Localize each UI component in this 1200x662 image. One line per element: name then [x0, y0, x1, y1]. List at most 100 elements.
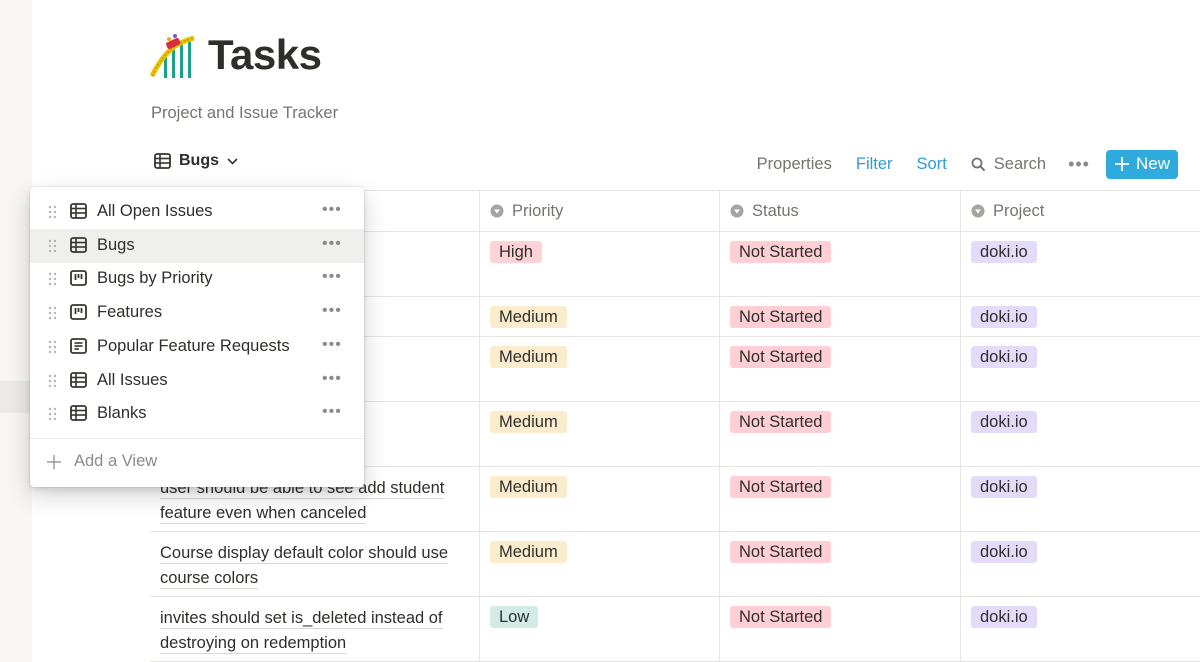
drag-handle-icon[interactable] — [48, 340, 57, 354]
cell-status[interactable]: Not Started — [720, 232, 961, 296]
search-label: Search — [993, 155, 1047, 173]
new-button-label: New — [1135, 154, 1170, 173]
project-tag: doki.io — [971, 241, 1037, 263]
view-more-button[interactable]: ••• — [322, 403, 342, 421]
drag-handle-icon[interactable] — [48, 272, 57, 286]
table-icon — [154, 153, 171, 169]
cell-status[interactable]: Not Started — [720, 297, 961, 336]
column-header-status[interactable]: Status — [720, 191, 961, 231]
select-icon — [971, 204, 985, 218]
drag-handle-icon[interactable] — [48, 374, 57, 388]
cell-project[interactable]: doki.io — [961, 597, 1200, 661]
sidebar-highlighted-item[interactable] — [0, 381, 32, 413]
plus-icon — [1114, 157, 1129, 171]
sort-button[interactable]: Sort — [917, 155, 947, 174]
view-more-button[interactable]: ••• — [322, 336, 342, 354]
priority-tag: Medium — [490, 306, 567, 328]
cell-priority[interactable]: Medium — [480, 532, 720, 596]
properties-button[interactable]: Properties — [757, 155, 832, 174]
table-icon — [70, 371, 87, 388]
drag-handle-icon[interactable] — [48, 239, 57, 253]
priority-tag: Medium — [490, 411, 567, 433]
table-icon — [70, 405, 87, 422]
column-label: Priority — [512, 201, 564, 220]
column-header-priority[interactable]: Priority — [480, 191, 720, 231]
sidebar — [0, 0, 32, 662]
view-menu-item[interactable]: Features ••• — [30, 296, 364, 330]
cell-name[interactable]: invites should set is_deleted instead of… — [150, 597, 480, 661]
view-menu-item-label: All Open Issues — [97, 202, 213, 220]
view-more-button[interactable]: ••• — [322, 302, 342, 320]
task-name[interactable]: Course display default color should use … — [160, 544, 449, 589]
view-more-button[interactable]: ••• — [322, 235, 342, 253]
status-tag: Not Started — [730, 541, 832, 563]
view-menu-item[interactable]: All Issues ••• — [30, 364, 364, 398]
board-icon — [70, 270, 87, 287]
page-title[interactable]: Tasks — [208, 31, 322, 79]
cell-status[interactable]: Not Started — [720, 467, 961, 531]
view-menu-item-label: Features — [97, 303, 163, 322]
search-button[interactable]: Search — [971, 155, 1046, 174]
cell-status[interactable]: Not Started — [720, 597, 961, 661]
task-name[interactable]: invites should set is_deleted instead of… — [160, 609, 443, 654]
cell-project[interactable]: doki.io — [961, 532, 1200, 596]
cell-priority[interactable]: High — [480, 232, 720, 296]
filter-button[interactable]: Filter — [856, 155, 893, 174]
cell-status[interactable]: Not Started — [720, 402, 961, 466]
more-options-button[interactable]: ••• — [1068, 154, 1090, 175]
add-view-button[interactable]: Add a View — [46, 452, 157, 471]
view-more-button[interactable]: ••• — [322, 370, 342, 388]
views-menu: All Open Issues ••• Bugs ••• Bugs by Priorit… — [30, 187, 364, 487]
cell-project[interactable]: doki.io — [961, 232, 1200, 296]
cell-status[interactable]: Not Started — [720, 532, 961, 596]
cell-project[interactable]: doki.io — [961, 297, 1200, 336]
column-label: Project — [993, 201, 1045, 220]
status-tag: Not Started — [730, 346, 832, 368]
project-tag: doki.io — [971, 476, 1037, 498]
project-tag: doki.io — [971, 606, 1037, 628]
column-label: Status — [752, 201, 799, 220]
table-icon — [70, 236, 87, 253]
view-more-button[interactable]: ••• — [322, 201, 342, 219]
priority-tag: Medium — [490, 541, 567, 563]
cell-name[interactable]: Course display default color should use … — [150, 532, 480, 596]
drag-handle-icon[interactable] — [48, 407, 57, 421]
cell-project[interactable]: doki.io — [961, 467, 1200, 531]
project-tag: doki.io — [971, 306, 1037, 328]
select-icon — [730, 204, 744, 218]
status-tag: Not Started — [730, 306, 832, 328]
search-icon — [971, 157, 986, 172]
view-menu-item[interactable]: Bugs by Priority ••• — [30, 262, 364, 296]
view-menu-item[interactable]: Blanks ••• — [30, 397, 364, 431]
cell-status[interactable]: Not Started — [720, 337, 961, 401]
table-row[interactable]: invites should set is_deleted instead of… — [150, 597, 1200, 662]
view-more-button[interactable]: ••• — [322, 268, 342, 286]
cell-priority[interactable]: Medium — [480, 297, 720, 336]
status-tag: Not Started — [730, 411, 832, 433]
view-switcher[interactable]: Bugs — [154, 152, 238, 170]
priority-tag: Medium — [490, 476, 567, 498]
roller-coaster-icon — [150, 34, 195, 78]
chevron-down-icon — [227, 157, 238, 165]
priority-tag: Low — [490, 606, 539, 628]
cell-priority[interactable]: Medium — [480, 467, 720, 531]
view-menu-item[interactable]: Popular Feature Requests ••• — [30, 330, 364, 364]
view-menu-item[interactable]: Bugs ••• — [30, 228, 364, 263]
view-menu-item[interactable]: All Open Issues ••• — [30, 195, 364, 229]
column-header-project[interactable]: Project — [961, 191, 1200, 231]
new-button[interactable]: New — [1105, 150, 1178, 179]
table-row[interactable]: Course display default color should use … — [150, 532, 1200, 597]
drag-handle-icon[interactable] — [48, 205, 57, 219]
cell-priority[interactable]: Low — [480, 597, 720, 661]
view-toolbar: Bugs Properties Filter Sort Search ••• N… — [150, 147, 1180, 181]
cell-priority[interactable]: Medium — [480, 402, 720, 466]
cell-project[interactable]: doki.io — [961, 337, 1200, 401]
select-icon — [490, 204, 504, 218]
plus-icon — [47, 454, 61, 469]
page-subtitle[interactable]: Project and Issue Tracker — [151, 104, 338, 123]
cell-project[interactable]: doki.io — [961, 402, 1200, 466]
status-tag: Not Started — [730, 606, 832, 628]
drag-handle-icon[interactable] — [48, 306, 57, 320]
view-menu-item-label: Blanks — [97, 404, 147, 423]
cell-priority[interactable]: Medium — [480, 337, 720, 401]
